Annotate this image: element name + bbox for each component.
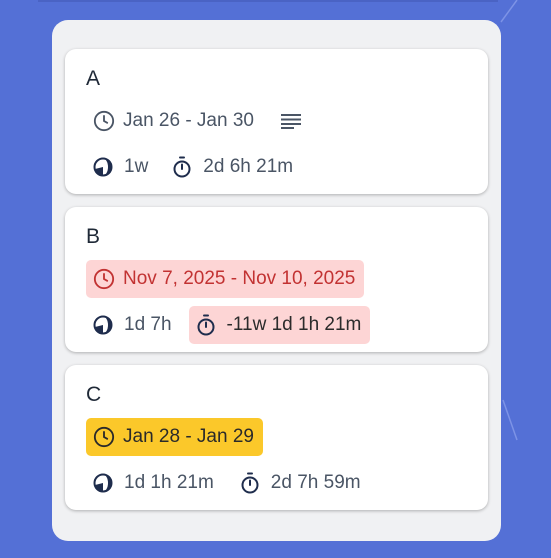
clock-icon [93, 110, 115, 132]
stopwatch-icon [172, 156, 192, 178]
card-time-row: 1w 2d 6h 21m [86, 148, 302, 186]
stopwatch-icon [240, 472, 260, 494]
moon-icon [93, 157, 113, 177]
date-range-text: Jan 28 - Jan 29 [123, 426, 254, 447]
moon-icon [93, 315, 113, 335]
card-title: A [86, 67, 101, 90]
estimate-badge: 1d 7h [86, 306, 181, 344]
card[interactable]: A Jan 26 - Jan 30 1w 2d 6h 21m [65, 49, 488, 194]
time-spent-badge: 2d 6h 21m [165, 148, 302, 186]
card-date-row: Jan 28 - Jan 29 [86, 418, 263, 456]
card[interactable]: B Nov 7, 2025 - Nov 10, 2025 1d 7h -11w … [65, 207, 488, 352]
card[interactable]: C Jan 28 - Jan 29 1d 1h 21m 2d 7h 59m [65, 365, 488, 510]
date-range-text: Nov 7, 2025 - Nov 10, 2025 [123, 268, 356, 289]
card-list-panel: A Jan 26 - Jan 30 1w 2d 6h 21m B Nov 7, … [52, 20, 501, 541]
card-date-row: Jan 26 - Jan 30 [86, 102, 303, 140]
time-spent-text: 2d 6h 21m [203, 156, 294, 177]
card-date-row: Nov 7, 2025 - Nov 10, 2025 [86, 260, 365, 298]
stopwatch-icon [196, 314, 216, 336]
card-time-row: 1d 1h 21m 2d 7h 59m [86, 464, 370, 502]
date-range-badge[interactable]: Jan 26 - Jan 30 [86, 102, 263, 140]
estimate-text: 1d 1h 21m [124, 472, 214, 493]
time-spent-text: -11w 1d 1h 21m [226, 314, 362, 335]
time-spent-text: 2d 7h 59m [270, 472, 361, 493]
clock-icon [93, 426, 115, 448]
estimate-text: 1w [124, 156, 149, 177]
date-range-badge[interactable]: Nov 7, 2025 - Nov 10, 2025 [86, 260, 365, 298]
estimate-badge: 1w [86, 148, 157, 186]
estimate-text: 1d 7h [124, 314, 172, 335]
background-decoration [500, 0, 518, 441]
top-divider [38, 0, 498, 2]
date-range-text: Jan 26 - Jan 30 [123, 110, 254, 131]
moon-icon [93, 473, 113, 493]
notes-icon [280, 110, 303, 132]
card-title: B [86, 225, 101, 248]
time-spent-badge: 2d 7h 59m [233, 464, 370, 502]
time-spent-badge: -11w 1d 1h 21m [188, 306, 371, 344]
date-range-badge[interactable]: Jan 28 - Jan 29 [86, 418, 263, 456]
clock-icon [93, 268, 115, 290]
estimate-badge: 1d 1h 21m [86, 464, 223, 502]
card-time-row: 1d 7h -11w 1d 1h 21m [86, 306, 371, 344]
card-title: C [86, 383, 102, 406]
